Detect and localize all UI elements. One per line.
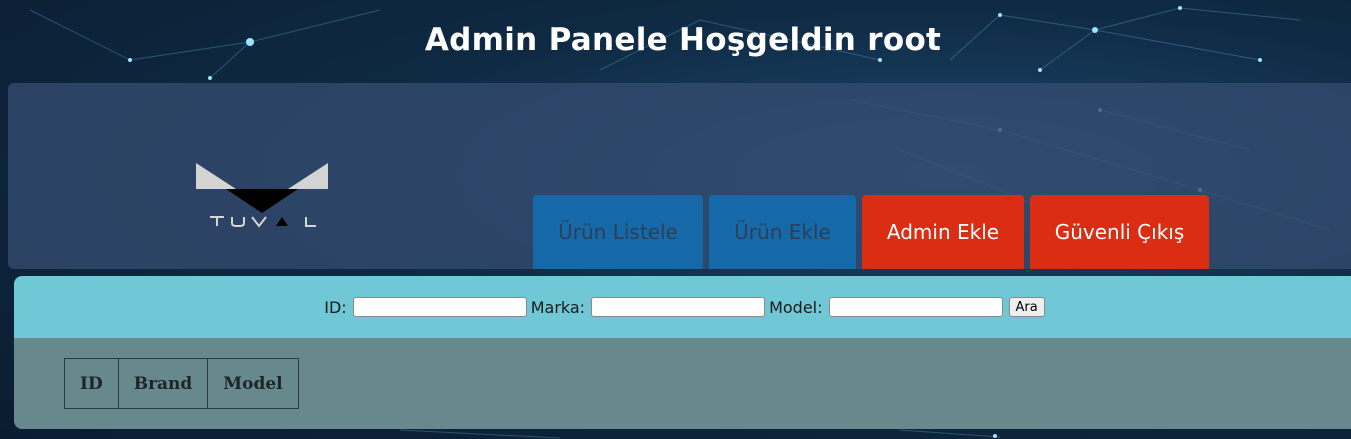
- table-header-row: ID Brand Model: [64, 358, 299, 409]
- nav-button-logout[interactable]: Güvenli Çıkış: [1030, 195, 1209, 269]
- content-panel: ID: Marka: Model: Ara ID Brand Model: [14, 276, 1351, 429]
- id-label: ID:: [324, 297, 347, 317]
- model-input[interactable]: [828, 297, 1003, 317]
- search-form: ID: Marka: Model: Ara: [14, 295, 1351, 319]
- column-header-model: Model: [207, 358, 299, 409]
- search-button[interactable]: Ara: [1008, 297, 1045, 317]
- results-table: ID Brand Model: [64, 358, 299, 409]
- results-area: ID Brand Model: [14, 338, 1351, 429]
- nav-button-list-products[interactable]: Ürün Listele: [533, 195, 703, 269]
- tuval-logo: [196, 163, 328, 228]
- id-input[interactable]: [352, 297, 527, 317]
- nav-button-add-product[interactable]: Ürün Ekle: [709, 195, 856, 269]
- search-bar: ID: Marka: Model: Ara: [14, 276, 1351, 338]
- page-title: Admin Panele Hoşgeldin root: [424, 22, 942, 58]
- brand-input[interactable]: [591, 297, 766, 317]
- nav-button-add-admin[interactable]: Admin Ekle: [862, 195, 1024, 269]
- column-header-brand: Brand: [117, 358, 209, 409]
- model-label: Model:: [769, 297, 823, 317]
- column-header-id: ID: [64, 358, 119, 409]
- brand-label: Marka:: [530, 297, 586, 317]
